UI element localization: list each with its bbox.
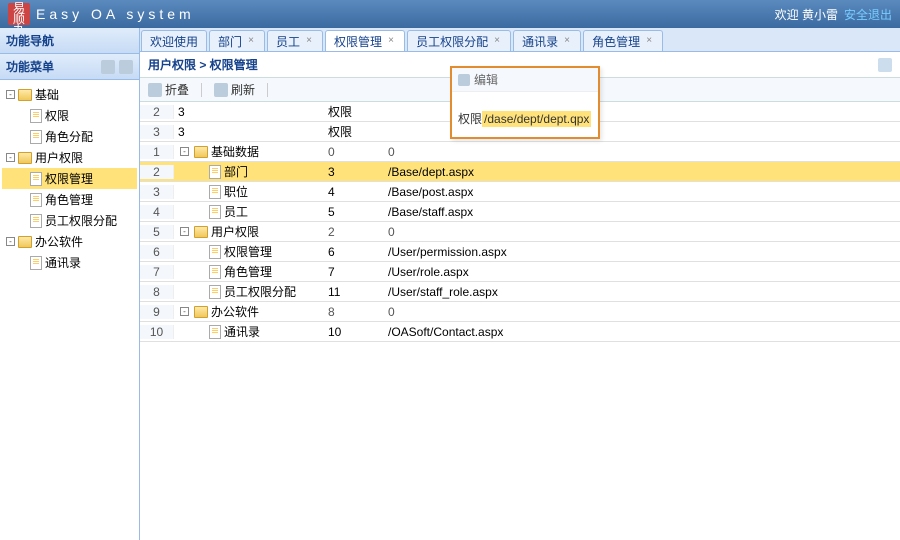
- edit-popup: 编辑 权限/dase/dept/dept.qpx: [450, 66, 600, 139]
- url-cell: /User/staff_role.aspx: [384, 285, 900, 299]
- page-icon: [209, 185, 221, 199]
- table-row[interactable]: 2部门3/Base/dept.aspx: [140, 162, 900, 182]
- page-icon: [209, 245, 221, 259]
- tree-item[interactable]: 权限管理: [2, 168, 137, 189]
- sidebar-menu-header: 功能菜单: [0, 54, 139, 80]
- help-icon[interactable]: [878, 58, 892, 72]
- url-cell: /Base/post.aspx: [384, 185, 900, 199]
- expander-icon[interactable]: -: [6, 90, 15, 99]
- page-icon: [209, 265, 221, 279]
- tab[interactable]: 权限管理×: [325, 30, 405, 51]
- folder-icon: [194, 146, 208, 158]
- close-icon[interactable]: ×: [562, 36, 572, 46]
- logout-link[interactable]: 安全退出: [844, 6, 892, 23]
- folder-icon: [194, 226, 208, 238]
- collapser-icon[interactable]: -: [180, 147, 189, 156]
- welcome-text: 欢迎 黄小雷: [775, 6, 838, 23]
- table-row[interactable]: 4员工5/Base/staff.aspx: [140, 202, 900, 222]
- page-icon: [209, 165, 221, 179]
- tab[interactable]: 通讯录×: [513, 30, 581, 51]
- close-icon[interactable]: ×: [246, 36, 256, 46]
- permission-grid: 23权限33权限1-基础数据002部门3/Base/dept.aspx3职位4/…: [140, 102, 900, 540]
- sidebar-nav-header: 功能导航: [0, 28, 139, 54]
- url-cell: /Base/staff.aspx: [384, 205, 900, 219]
- collapse-icon: [148, 83, 162, 97]
- refresh-button[interactable]: 刷新: [214, 81, 255, 98]
- url-cell: 0: [384, 145, 900, 159]
- logo-badge: 易顺办公: [8, 3, 30, 25]
- folder-icon: [194, 306, 208, 318]
- close-icon[interactable]: ×: [492, 36, 502, 46]
- page-icon: [209, 285, 221, 299]
- close-icon[interactable]: ×: [644, 36, 654, 46]
- url-cell: /Base/dept.aspx: [384, 165, 900, 179]
- table-row[interactable]: 7角色管理7/User/role.aspx: [140, 262, 900, 282]
- page-icon: [209, 205, 221, 219]
- sidebar-tool-icon[interactable]: [119, 60, 133, 74]
- tree-group[interactable]: -用户权限: [2, 147, 137, 168]
- page-icon: [30, 130, 42, 144]
- table-row[interactable]: 1-基础数据00: [140, 142, 900, 162]
- table-row[interactable]: 6权限管理6/User/permission.aspx: [140, 242, 900, 262]
- table-row[interactable]: 10通讯录10/OASoft/Contact.aspx: [140, 322, 900, 342]
- tree-item[interactable]: 员工权限分配: [2, 210, 137, 231]
- url-cell: /User/role.aspx: [384, 265, 900, 279]
- url-cell: /User/permission.aspx: [384, 245, 900, 259]
- popup-field-value[interactable]: /dase/dept/dept.qpx: [482, 111, 591, 127]
- tree-group[interactable]: -办公软件: [2, 231, 137, 252]
- app-logo: 易顺办公 Easy OA system: [8, 3, 195, 25]
- popup-field: 权限/dase/dept/dept.qpx: [458, 110, 592, 127]
- table-row[interactable]: 5-用户权限20: [140, 222, 900, 242]
- tree-item[interactable]: 角色分配: [2, 126, 137, 147]
- tab[interactable]: 员工权限分配×: [407, 30, 511, 51]
- top-bar: 易顺办公 Easy OA system 欢迎 黄小雷 安全退出: [0, 0, 900, 28]
- sidebar-tree: -基础权限角色分配-用户权限权限管理角色管理员工权限分配-办公软件通讯录: [0, 80, 139, 540]
- page-icon: [209, 325, 221, 339]
- close-icon[interactable]: ×: [386, 36, 396, 46]
- page-icon: [30, 214, 42, 228]
- folder-icon: [18, 152, 32, 164]
- url-cell: 0: [384, 225, 900, 239]
- collapser-icon[interactable]: -: [180, 227, 189, 236]
- url-cell: /OASoft/Contact.aspx: [384, 325, 900, 339]
- url-cell: 0: [384, 305, 900, 319]
- refresh-icon: [214, 83, 228, 97]
- tab[interactable]: 员工×: [267, 30, 323, 51]
- folder-icon: [18, 89, 32, 101]
- edit-icon: [458, 74, 470, 86]
- expander-icon[interactable]: -: [6, 237, 15, 246]
- breadcrumb: 用户权限 > 权限管理: [148, 56, 258, 73]
- sidebar: 功能导航 功能菜单 -基础权限角色分配-用户权限权限管理角色管理员工权限分配-办…: [0, 28, 140, 540]
- app-title: Easy OA system: [36, 6, 195, 22]
- tab-bar: 欢迎使用部门×员工×权限管理×员工权限分配×通讯录×角色管理×: [140, 28, 900, 52]
- page-icon: [30, 193, 42, 207]
- tree-item[interactable]: 通讯录: [2, 252, 137, 273]
- close-icon[interactable]: ×: [304, 36, 314, 46]
- table-row[interactable]: 3职位4/Base/post.aspx: [140, 182, 900, 202]
- page-icon: [30, 109, 42, 123]
- collapse-button[interactable]: 折叠: [148, 81, 189, 98]
- tree-group[interactable]: -基础: [2, 84, 137, 105]
- page-icon: [30, 172, 42, 186]
- main-area: 欢迎使用部门×员工×权限管理×员工权限分配×通讯录×角色管理× 用户权限 > 权…: [140, 28, 900, 540]
- collapser-icon[interactable]: -: [180, 307, 189, 316]
- tree-item[interactable]: 角色管理: [2, 189, 137, 210]
- expander-icon[interactable]: -: [6, 153, 15, 162]
- tab[interactable]: 欢迎使用: [141, 30, 207, 51]
- table-row[interactable]: 8员工权限分配11/User/staff_role.aspx: [140, 282, 900, 302]
- table-row[interactable]: 9-办公软件80: [140, 302, 900, 322]
- welcome-area: 欢迎 黄小雷 安全退出: [775, 6, 892, 23]
- tab[interactable]: 角色管理×: [583, 30, 663, 51]
- page-icon: [30, 256, 42, 270]
- popup-header[interactable]: 编辑: [452, 68, 598, 92]
- folder-icon: [18, 236, 32, 248]
- tab[interactable]: 部门×: [209, 30, 265, 51]
- sidebar-tool-icon[interactable]: [101, 60, 115, 74]
- tree-item[interactable]: 权限: [2, 105, 137, 126]
